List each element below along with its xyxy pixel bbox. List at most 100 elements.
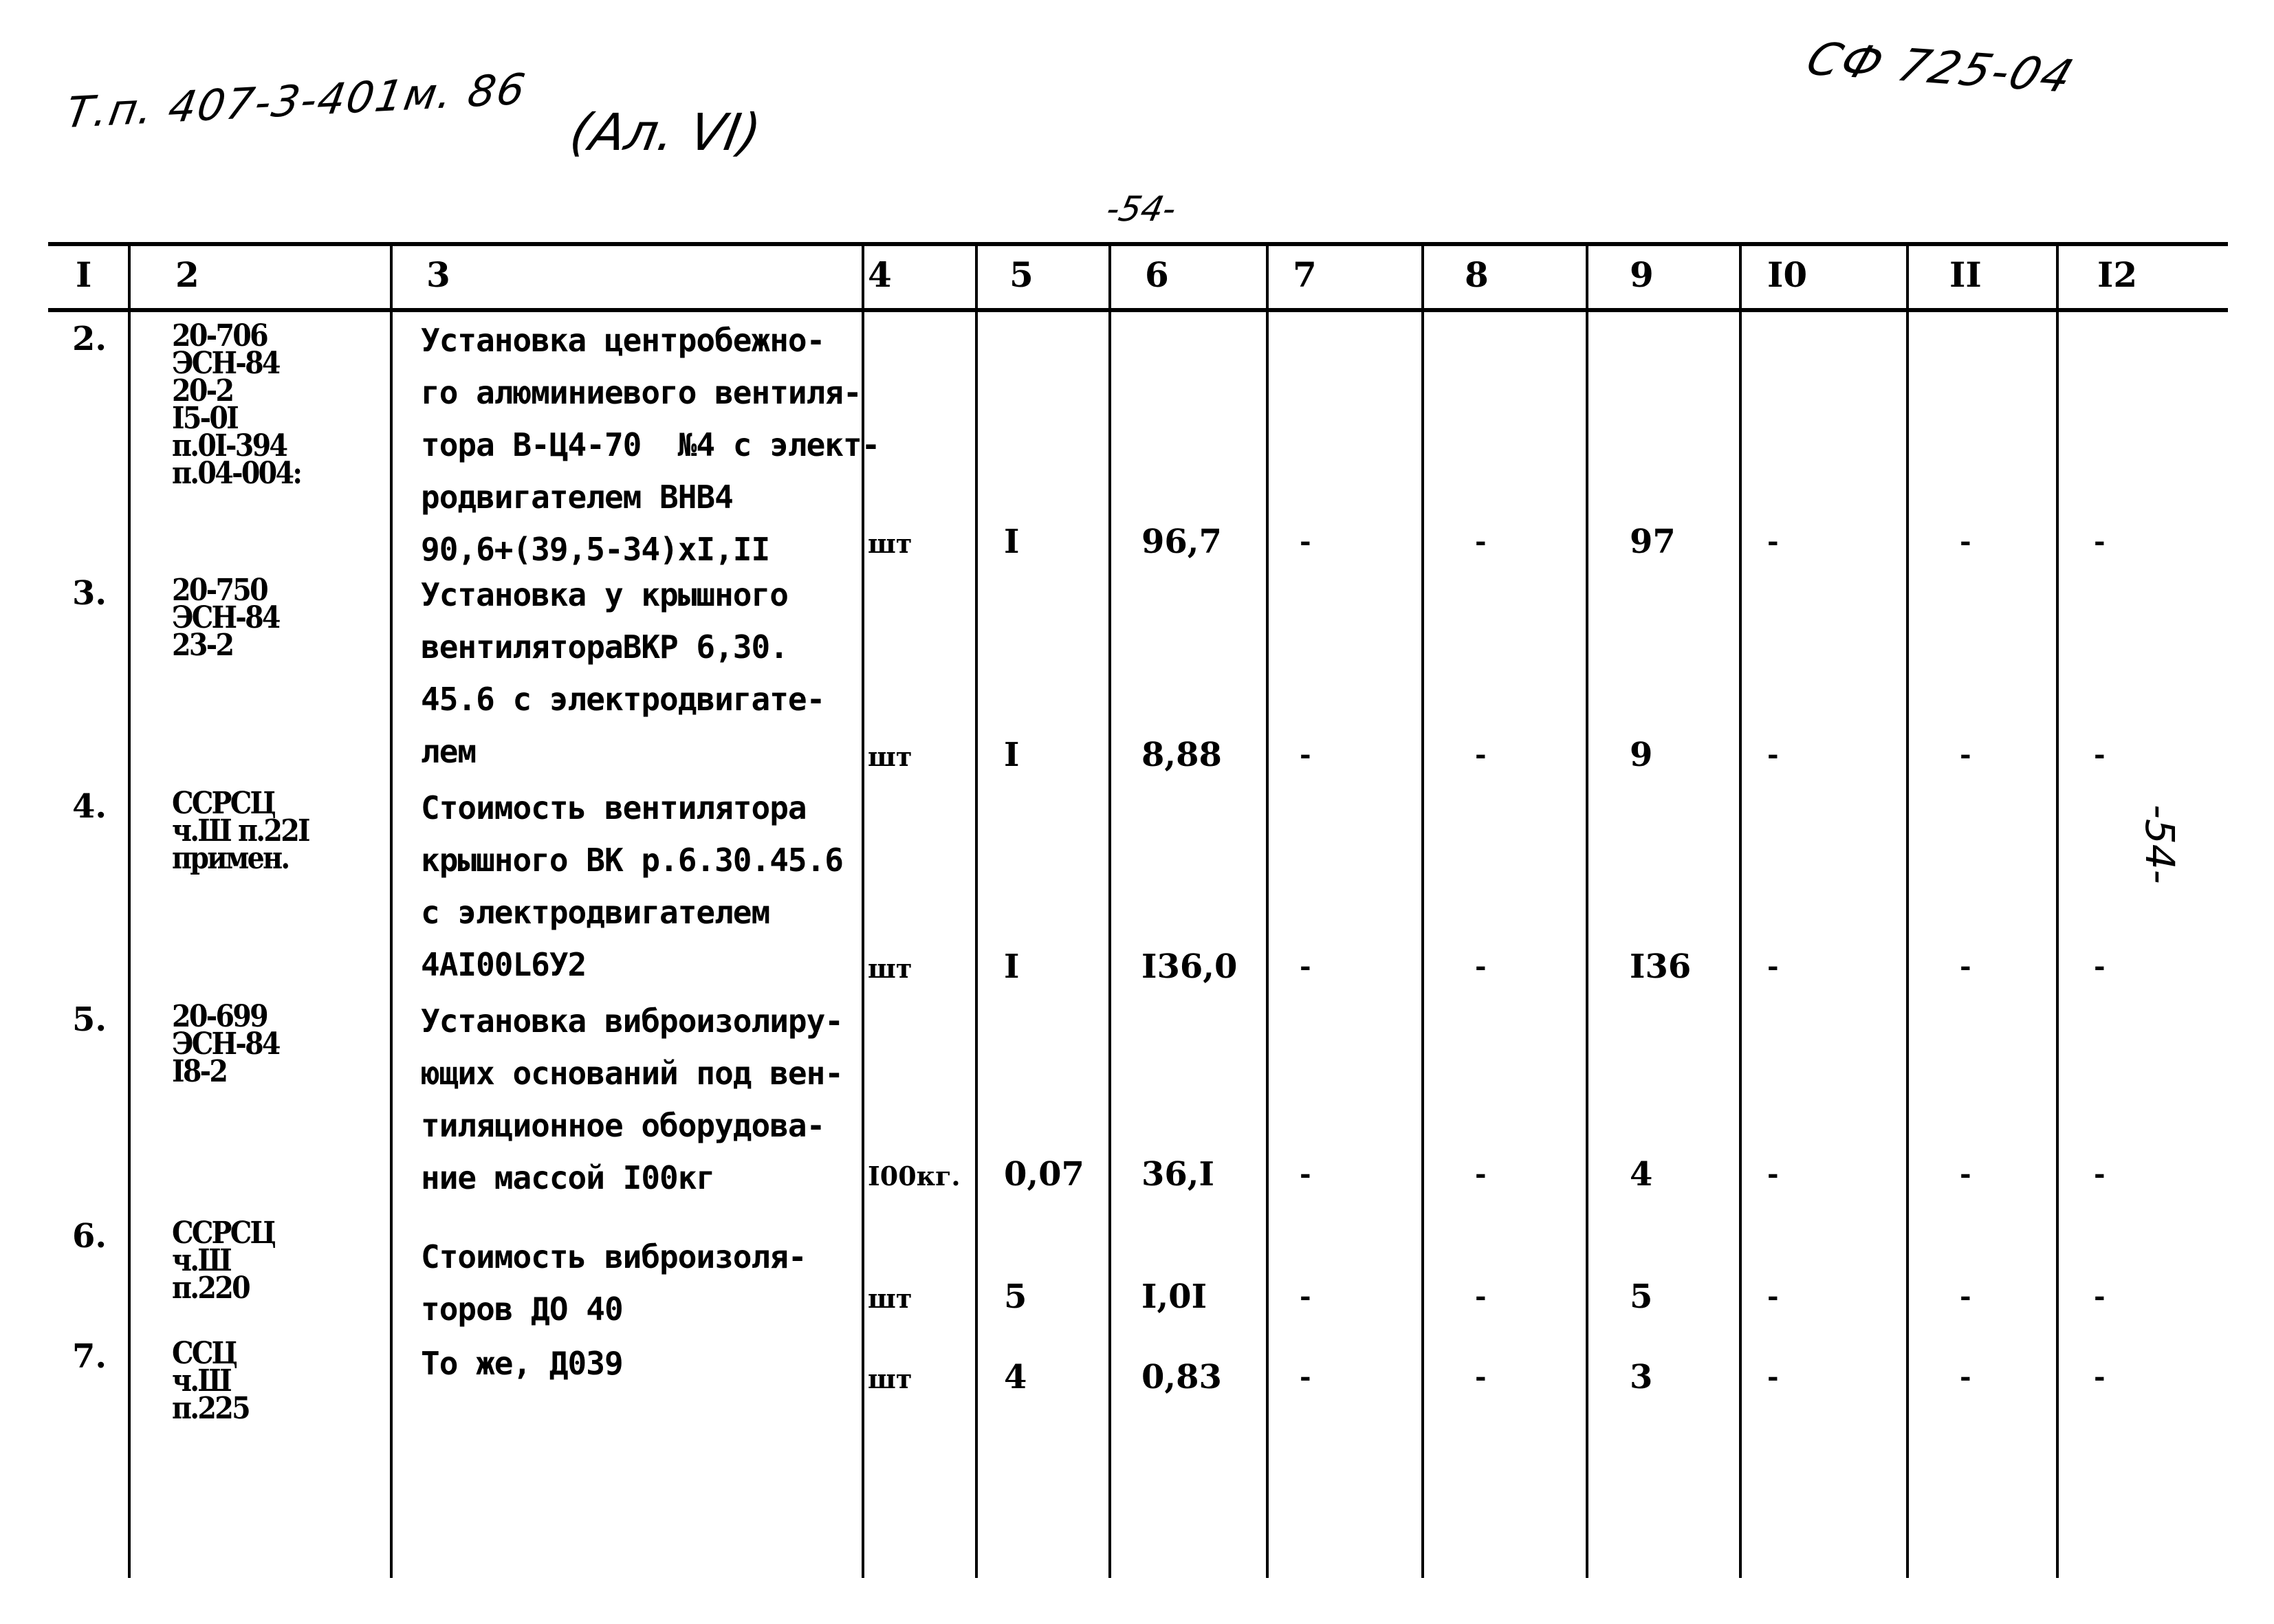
quantity: I <box>1004 736 1020 774</box>
quantity: 4 <box>1004 1358 1027 1396</box>
column-header: 4 <box>868 254 892 295</box>
page-number-side: -54- <box>2136 804 2183 884</box>
description-line: То же, Д039 <box>421 1345 624 1382</box>
column-header: 3 <box>426 254 450 295</box>
quantity: 5 <box>1004 1277 1027 1316</box>
work-description: Установка у крышного вентилятораВКР 6,30.… <box>421 569 825 778</box>
row-number: 4. <box>72 787 107 826</box>
description-line: 90,6+(39,5-34)хI,II <box>421 531 770 568</box>
total-cost: I36 <box>1630 947 1692 986</box>
table-top-rule <box>48 242 2228 246</box>
total-cost: 4 <box>1630 1155 1653 1194</box>
column-header: 7 <box>1293 254 1317 295</box>
column-divider <box>1266 244 1269 1578</box>
col-8-value: - <box>1475 1361 1487 1393</box>
row-number: 3. <box>72 574 107 613</box>
col-10-value: - <box>1767 950 1779 983</box>
column-divider <box>128 244 131 1578</box>
column-divider <box>975 244 978 1578</box>
col-12-value: - <box>2094 950 2106 983</box>
unit-cost: 0,83 <box>1141 1358 1222 1396</box>
col-7-value: - <box>1300 1158 1311 1190</box>
col-11-value: - <box>1960 1361 1971 1393</box>
col-8-value: - <box>1475 950 1487 983</box>
column-header: II <box>1949 254 1982 295</box>
unit-cost: I36,0 <box>1141 947 1238 986</box>
col-10-value: - <box>1767 1158 1779 1190</box>
col-11-value: - <box>1960 525 1971 558</box>
reference-code: 20-699 ЭСН-84 I8-2 <box>172 1002 281 1089</box>
reference-code: ССЦ ч.Ш п.225 <box>172 1339 251 1426</box>
row-number: 6. <box>72 1217 107 1255</box>
description-line: ние массой I00кг <box>421 1159 715 1196</box>
description-line: вентилятораВКР 6,30. <box>421 628 789 666</box>
work-description: Установка виброизолиру-ющих оснований по… <box>421 995 844 1204</box>
description-line: лем <box>421 733 477 770</box>
description-line: с электродвигателем <box>421 894 770 931</box>
unit-of-measure: I00кг. <box>868 1161 961 1192</box>
description-line: Стоимость вентилятора <box>421 789 807 826</box>
row-number: 2. <box>72 320 107 358</box>
work-description: Стоимость виброизоля-торов ДО 40 <box>421 1231 807 1335</box>
reference-line: п.04-004: <box>172 456 303 491</box>
col-10-value: - <box>1767 738 1779 771</box>
column-divider <box>1586 244 1588 1578</box>
col-7-value: - <box>1300 1280 1311 1313</box>
stamp-code: СФ 725-04 <box>1800 32 2082 103</box>
work-description: Установка центробежно-го алюминиевого ве… <box>421 314 880 575</box>
col-8-value: - <box>1475 1280 1487 1313</box>
column-divider <box>1739 244 1742 1578</box>
column-header: I2 <box>2097 254 2138 295</box>
reference-code: 20-706 ЭСН-84 20-2 I5-0I п.0I-394 п.04-004: <box>172 321 303 491</box>
unit-of-measure: шт <box>868 528 912 559</box>
unit-cost: 96,7 <box>1141 523 1222 561</box>
col-10-value: - <box>1767 525 1779 558</box>
col-11-value: - <box>1960 950 1971 983</box>
description-line: Установка виброизолиру- <box>421 1002 844 1040</box>
col-12-value: - <box>2094 1280 2106 1313</box>
reference-line: I8-2 <box>172 1054 228 1089</box>
description-line: го алюминиевого вентиля- <box>421 374 862 411</box>
col-7-value: - <box>1300 950 1311 983</box>
reference-code: ССРСЦ ч.Ш п.22I примен. <box>172 789 311 876</box>
reference-line: примен. <box>172 841 290 876</box>
reference-line: п.220 <box>172 1271 251 1306</box>
page-number-top: -54- <box>1102 189 1180 229</box>
column-header: 5 <box>1009 254 1034 295</box>
column-header: 6 <box>1145 254 1169 295</box>
description-line: торов ДО 40 <box>421 1291 624 1328</box>
document-code: Т.п. 407-3-401м. 86 <box>62 63 530 138</box>
unit-of-measure: шт <box>868 741 912 772</box>
reference-code: 20-750 ЭСН-84 23-2 <box>172 575 281 663</box>
unit-cost: 8,88 <box>1141 736 1222 774</box>
reference-line: 23-2 <box>172 628 234 663</box>
description-line: крышного ВК р.6.30.45.6 <box>421 842 844 879</box>
description-line: родвигателем ВНВ4 <box>421 479 734 516</box>
unit-cost: 36,I <box>1141 1155 1214 1194</box>
description-line: тора В-Ц4-70 №4 с элект- <box>421 426 880 463</box>
column-header: I <box>76 254 92 295</box>
col-12-value: - <box>2094 1158 2106 1190</box>
total-cost: 9 <box>1630 736 1653 774</box>
column-divider <box>1108 244 1111 1578</box>
total-cost: 3 <box>1630 1358 1653 1396</box>
reference-line: п.225 <box>172 1391 251 1426</box>
column-divider <box>1906 244 1909 1578</box>
sheet-note: (Ал. VI) <box>565 103 765 162</box>
description-line: ющих оснований под вен- <box>421 1055 844 1092</box>
quantity: I <box>1004 523 1020 561</box>
column-header: 8 <box>1465 254 1489 295</box>
description-line: Стоимость виброизоля- <box>421 1238 807 1275</box>
col-8-value: - <box>1475 1158 1487 1190</box>
quantity: I <box>1004 947 1020 986</box>
row-number: 7. <box>72 1337 107 1376</box>
reference-code: ССРСЦ ч.Ш п.220 <box>172 1218 276 1306</box>
row-number: 5. <box>72 1000 107 1039</box>
col-8-value: - <box>1475 525 1487 558</box>
quantity: 0,07 <box>1004 1155 1084 1194</box>
column-header: 2 <box>175 254 199 295</box>
column-header: 9 <box>1630 254 1654 295</box>
unit-of-measure: шт <box>868 953 912 984</box>
unit-cost: I,0I <box>1141 1277 1207 1316</box>
header-bottom-rule <box>48 308 2228 312</box>
